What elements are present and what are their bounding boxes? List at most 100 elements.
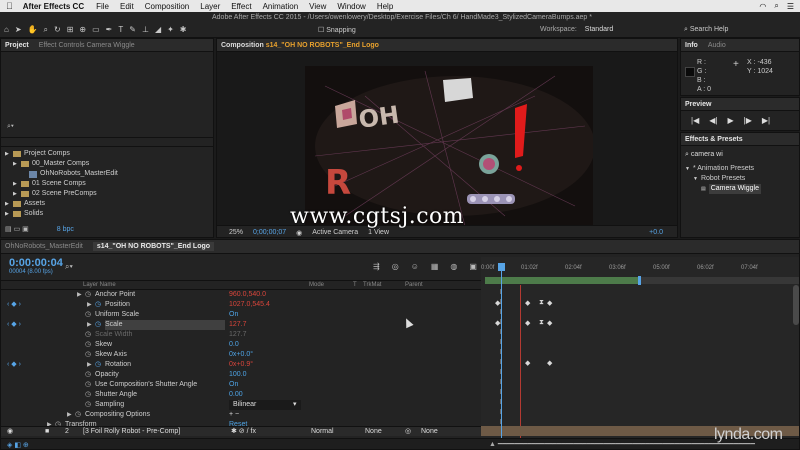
preset-icon[interactable]: ▤ [701,184,706,194]
project-item[interactable]: ▶ Assets [5,199,118,209]
time-ruler[interactable]: 0:00f 01:02f 02:04f 03:06f 05:00f 06:02f 07:04… [481,263,799,277]
eye-icon[interactable]: ◉ [7,427,13,437]
toggle-switches-icon[interactable]: ◈ ◧ ⊕ [7,441,29,449]
column-layer-name[interactable]: Layer Name [83,282,116,288]
keyframe-navigator-icon[interactable]: ‹ ◆ › [7,360,21,370]
tab-effect-controls[interactable]: Effect Controls Camera Wiggle [39,42,135,49]
last-frame-icon[interactable]: ▶| [762,116,770,125]
stopwatch-icon[interactable]: ◷ [95,300,101,310]
stopwatch-icon[interactable]: ◷ [95,320,101,330]
property-row[interactable]: ‹ ◆ › ▶ ◷ Position 1027.0,545.4 [1,300,481,310]
brush-tool-icon[interactable]: ✎ [129,25,136,35]
mode-dropdown[interactable]: Normal [311,427,334,437]
clone-stamp-tool-icon[interactable]: ⊥ [142,25,149,35]
keyframe-track[interactable]: I [481,399,799,410]
spotlight-icon[interactable]: ⌕ [774,1,778,11]
next-frame-icon[interactable]: |▶ [744,116,752,125]
stopwatch-icon[interactable]: ◷ [85,380,91,390]
disclosure-triangle-icon[interactable]: ▼ [693,174,698,184]
keyframe-icon[interactable]: ◆ [547,359,552,367]
hand-tool-icon[interactable]: ✋ [28,25,38,35]
project-item[interactable]: ▶ 02 Scene PreComps [5,189,118,199]
keyframe-icon[interactable]: ◆ [547,299,552,307]
pen-tool-icon[interactable]: ✒ [106,25,113,35]
zoom-tool-icon[interactable]: ⌕ [44,25,48,35]
app-menu[interactable]: After Effects CC [23,2,84,11]
tab-end-logo[interactable]: s14_"OH NO ROBOTS"_End Logo [92,242,215,251]
draft-3d-icon[interactable]: ◎ [392,262,399,271]
tab-preview[interactable]: Preview [685,101,711,108]
disclosure-triangle-icon[interactable]: ▶ [5,209,10,219]
property-value[interactable]: On [229,310,238,320]
comp-flowchart-icon[interactable]: ⇶ [373,262,380,271]
twirl-triangle-icon[interactable]: ▶ [87,360,92,370]
views-layout-dropdown[interactable]: 1 View [368,229,389,236]
motion-blur-icon[interactable]: ◍ [450,262,457,271]
stopwatch-icon[interactable]: ◷ [85,390,91,400]
property-value[interactable]: 0.0 [229,340,239,350]
effects-list-item[interactable]: ▤ Camera Wiggle [685,184,761,194]
keyframe-navigator-icon[interactable]: ‹ ◆ › [7,320,21,330]
keyframe-track[interactable]: I◆◆ [481,359,799,370]
keyframe-track[interactable]: I [481,389,799,400]
property-value[interactable]: 0x+0.9° [229,360,253,370]
time-graph[interactable]: 0:00f 01:02f 02:04f 03:06f 05:00f 06:02f 07:04… [481,257,799,438]
keyframe-track[interactable]: I◆◆⧗◆ [481,319,799,330]
property-row[interactable]: ◷ Skew 0.0 [1,340,481,350]
disclosure-triangle-icon[interactable]: ▶ [5,149,10,159]
effects-search-input[interactable]: ⌕ camera wi [685,151,723,159]
stopwatch-icon[interactable]: ◷ [75,410,81,420]
stopwatch-icon[interactable]: ◷ [85,370,91,380]
menu-layer[interactable]: Layer [200,2,220,11]
rotate-tool-icon[interactable]: ↻ [54,25,61,35]
property-value[interactable]: 1027.0,545.4 [229,300,270,310]
parent-dropdown[interactable]: None [421,427,438,437]
property-value[interactable]: 960.0,540.0 [229,290,266,300]
menu-help[interactable]: Help [377,2,393,11]
property-value[interactable]: + − [229,410,239,420]
view-dropdown[interactable]: Active Camera [312,229,358,236]
stopwatch-icon[interactable]: ◷ [85,400,91,410]
menu-view[interactable]: View [309,2,326,11]
current-time-display[interactable]: 0;00;00;07 [253,229,286,236]
selection-tool-icon[interactable]: ➤ [15,25,22,35]
twirl-triangle-icon[interactable]: ▶ [87,320,92,330]
stopwatch-icon[interactable]: ◷ [95,360,101,370]
disclosure-triangle-icon[interactable]: ▶ [13,179,18,189]
chevron-down-icon[interactable]: ▾ [293,400,297,410]
menu-composition[interactable]: Composition [145,2,189,11]
home-icon[interactable]: ⌂ [4,25,9,35]
project-item[interactable]: ▶ Solids [5,209,118,219]
property-row[interactable]: ‹ ◆ › ▶ ◷ Rotation 0x+0.9° [1,360,481,370]
disclosure-triangle-icon[interactable]: ▶ [5,199,10,209]
layer-name[interactable]: [3 Foil Rolly Robot - Pre-Comp] [83,427,180,437]
column-t[interactable]: T [353,282,357,288]
puppet-tool-icon[interactable]: ✱ [180,25,187,35]
keyframe-track[interactable]: I [481,369,799,380]
frame-blending-icon[interactable]: ▦ [431,262,439,271]
roto-brush-tool-icon[interactable]: ✦ [167,25,174,35]
play-icon[interactable]: ▶ [727,116,733,125]
column-mode[interactable]: Mode [309,282,324,288]
keyframe-icon[interactable]: ◆ [495,319,500,327]
keyframe-icon[interactable]: ◆ [495,299,500,307]
timeline-search-input[interactable]: ⌕▾ [65,262,73,272]
layer-row[interactable]: ◉ ■ 2 [3 Foil Rolly Robot - Pre-Comp] ✱ … [1,426,481,436]
apple-icon[interactable]:  [6,1,13,11]
column-parent[interactable]: Parent [405,282,423,288]
keyframe-track[interactable]: I [481,339,799,350]
stopwatch-icon[interactable]: ◷ [85,310,91,320]
keyframe-navigator-icon[interactable]: ‹ ◆ › [7,300,21,310]
timeline-scrollbar[interactable] [793,285,799,325]
keyframe-track[interactable]: I [481,409,799,420]
menu-edit[interactable]: Edit [120,2,134,11]
shy-icon[interactable]: ☺ [411,262,419,271]
tab-composition[interactable]: Composition s14_"OH NO ROBOTS"_End Logo [221,42,379,49]
property-value[interactable]: 0.00 [229,390,243,400]
graph-editor-icon[interactable]: ▣ [469,262,477,271]
twirl-triangle-icon[interactable]: ▶ [67,410,72,420]
exposure-value[interactable]: +0.0 [649,229,663,236]
camera-icon[interactable]: ◉ [296,229,302,237]
snapping-toggle[interactable]: ☐ Snapping [318,26,356,34]
property-row[interactable]: ◷ Opacity 100.0 [1,370,481,380]
